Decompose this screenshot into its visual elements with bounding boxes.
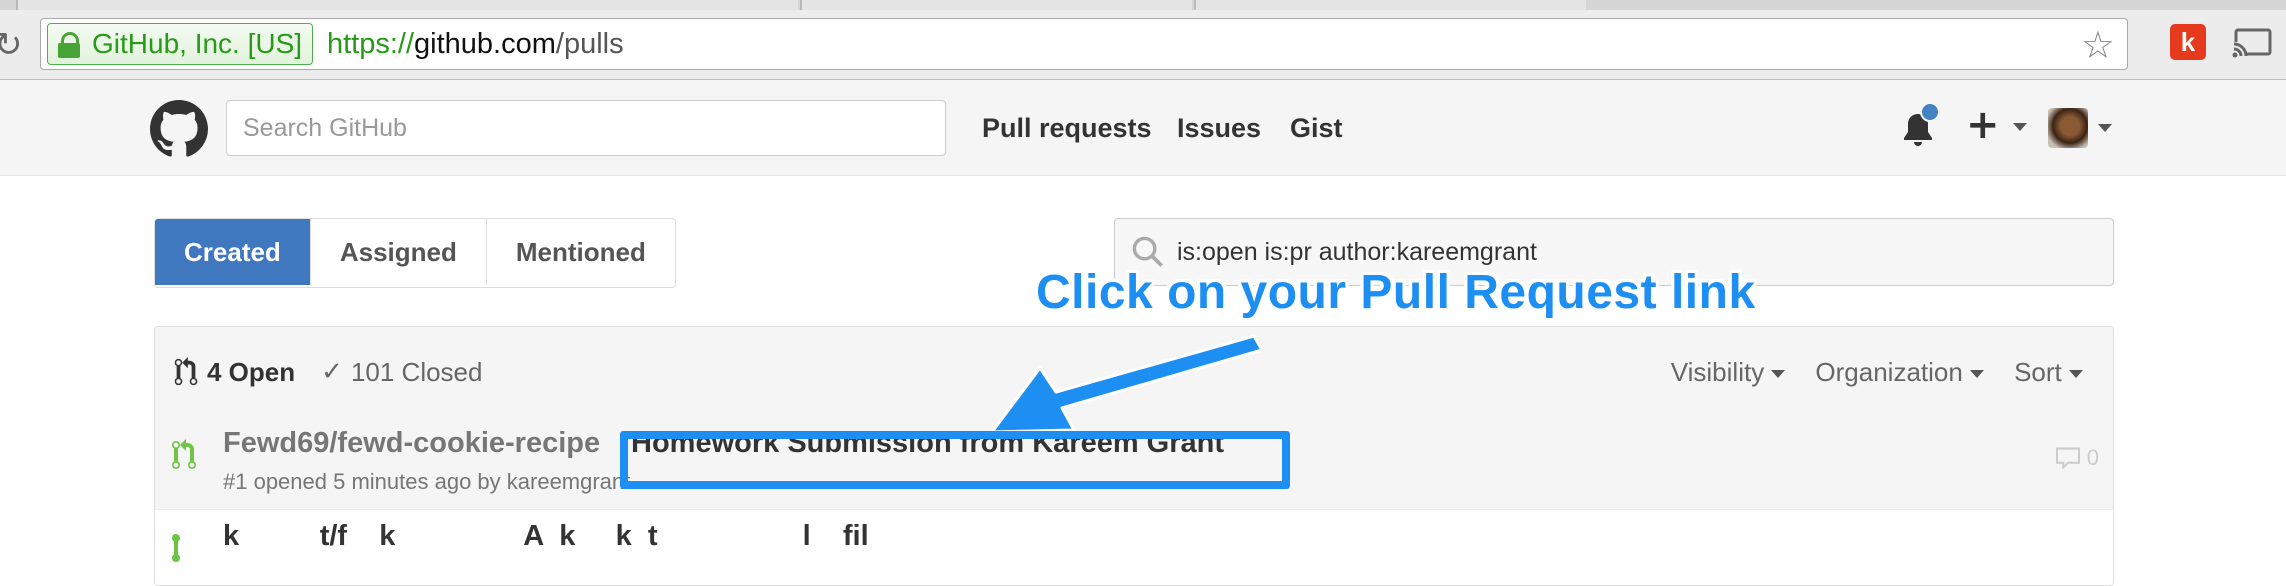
pull-request-icon [174,357,198,386]
extension-k-icon[interactable]: k [2170,24,2206,60]
cast-icon[interactable] [2232,28,2272,58]
state-filters: 4 Open ✓ 101 Closed [173,327,482,417]
organization-label: Organization [1815,356,1963,387]
tab-created[interactable]: Created [155,219,310,285]
comments-number: 0 [2086,445,2099,470]
url-host: github.com [414,27,556,60]
list-header: 4 Open ✓ 101 Closed Visibility Organizat… [155,327,2113,418]
comments-count[interactable]: 0 [2055,445,2099,471]
tab-assigned[interactable]: Assigned [309,219,486,285]
annotation-callout: Click on your Pull Request link [1036,266,1756,319]
check-icon: ✓ [321,357,343,387]
visibility-label: Visibility [1670,356,1765,387]
chevron-down-icon [1970,369,1985,378]
list-filters: Visibility Organization Sort [1671,327,2113,417]
plus-label: + [1966,102,2000,148]
pull-request-open-icon [172,439,196,469]
annotation-highlight-box [620,431,1290,489]
nav-pull-requests[interactable]: Pull requests [982,100,1152,156]
address-bar[interactable]: GitHub, Inc. [US] https://github.com/pul… [40,18,2128,70]
url-path: /pulls [555,27,624,60]
notification-dot [1920,102,1940,122]
browser-tab[interactable] [16,0,798,10]
browser-tab-strip [0,0,2286,10]
chevron-down-icon [2013,123,2028,131]
pull-request-open-icon [172,534,180,562]
comment-icon [2055,447,2080,469]
lock-icon [58,32,80,58]
url-scheme: https:// [327,27,415,60]
list-item: k t/f k A k k t l fil [155,510,2113,585]
ev-certificate-badge[interactable]: GitHub, Inc. [US] [47,23,314,65]
star-icon[interactable]: ☆ [2081,23,2115,67]
closed-filter[interactable]: ✓ 101 Closed [321,357,482,388]
nav-gist[interactable]: Gist [1290,100,1343,156]
search-icon [1132,236,1163,267]
tab-mentioned[interactable]: Mentioned [485,219,675,285]
ev-label: GitHub, Inc. [US] [92,28,303,59]
open-filter[interactable]: 4 Open [173,357,295,388]
browser-tab[interactable] [800,0,1192,10]
chevron-down-icon [1771,369,1786,378]
browser-toolbar: ↻ GitHub, Inc. [US] https://github.com/p… [0,10,2286,80]
chevron-down-icon [2069,369,2083,378]
browser-tab[interactable] [1194,0,1586,10]
avatar[interactable] [2048,108,2088,148]
pull-request-meta: #1 opened 5 minutes ago by kareemgrant [223,469,631,494]
reload-icon[interactable]: ↻ [0,28,23,62]
repo-link[interactable]: Fewd69/fewd-cookie-recipe [223,427,600,460]
nav-issues[interactable]: Issues [1177,100,1261,156]
plus-icon[interactable]: + [1966,102,2028,148]
closed-count: 101 Closed [350,356,483,387]
filter-tabs: Created Assigned Mentioned [154,218,676,288]
url-text[interactable]: https://github.com/pulls [327,19,624,69]
organization-dropdown[interactable]: Organization [1815,356,1985,388]
github-logo-icon[interactable] [150,100,208,158]
visibility-dropdown[interactable]: Visibility [1671,357,1786,388]
pull-request-title-partial[interactable]: k t/f k A k k t l fil [223,520,869,553]
chevron-down-icon[interactable] [2098,124,2112,132]
open-count: 4 Open [207,356,296,387]
search-github-input[interactable]: Search GitHub [226,100,946,156]
sort-dropdown[interactable]: Sort [2014,357,2083,388]
github-header: Search GitHub Pull requests Issues Gist … [0,80,2286,176]
sort-label: Sort [2014,356,2062,387]
